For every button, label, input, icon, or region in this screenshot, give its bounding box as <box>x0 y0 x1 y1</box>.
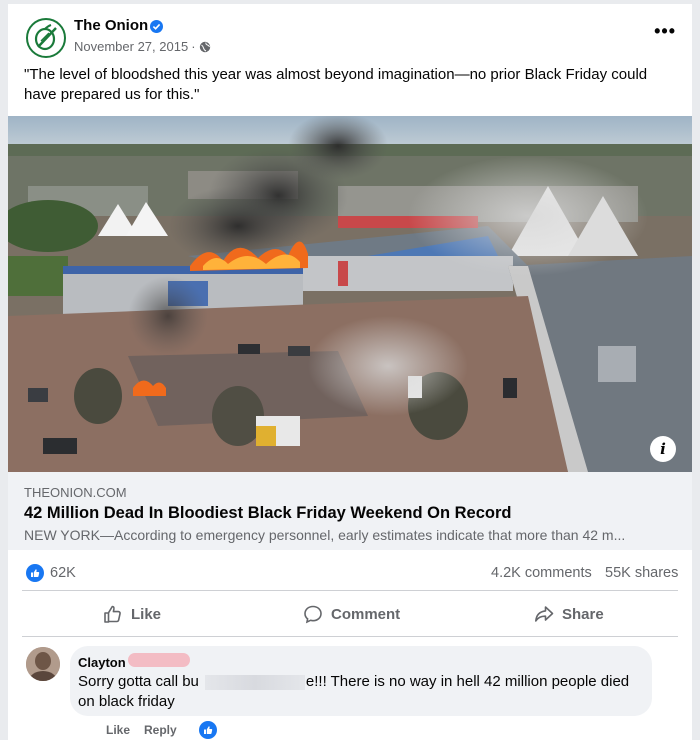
link-title[interactable]: 42 Million Dead In Bloodiest Black Frida… <box>24 504 511 523</box>
info-icon[interactable]: i <box>650 436 676 462</box>
link-preview[interactable]: THEONION.COM 42 Million Dead In Bloodies… <box>8 472 692 550</box>
comment-author[interactable]: Clayton <box>78 655 126 670</box>
divider <box>22 590 678 591</box>
comment-button-label: Comment <box>331 605 401 623</box>
meta-separator: · <box>191 39 196 54</box>
post-meta: November 27, 2015 · <box>74 39 211 54</box>
divider <box>22 636 678 637</box>
post-image[interactable]: i <box>8 116 692 472</box>
comment-text: Sorry gotta call bu e!!! There is no way … <box>78 672 638 712</box>
post-caption: "The level of bloodshed this year was al… <box>24 66 648 103</box>
verified-badge-icon <box>150 20 163 33</box>
comment-text-start: Sorry gotta call bu <box>78 673 199 690</box>
comment-reply-button[interactable]: Reply <box>144 723 177 737</box>
globe-icon <box>199 41 210 52</box>
share-button[interactable]: Share <box>534 594 604 634</box>
redacted-name <box>128 653 190 667</box>
thumbs-up-icon <box>104 605 121 623</box>
link-description: NEW YORK—According to emergency personne… <box>24 527 626 543</box>
share-button-label: Share <box>562 605 604 623</box>
redacted-text <box>205 675 305 690</box>
person-photo-icon <box>26 647 60 681</box>
comment-actions: Like Reply <box>106 721 217 739</box>
comment-icon <box>304 605 322 624</box>
share-count[interactable]: 55K shares <box>605 565 678 581</box>
burning-mall-photo <box>8 116 692 472</box>
link-domain: THEONION.COM <box>24 485 127 500</box>
page-name[interactable]: The Onion <box>74 17 148 34</box>
page-avatar[interactable] <box>26 18 66 58</box>
comment-like-button[interactable]: Like <box>106 723 130 737</box>
like-button-label: Like <box>131 605 162 623</box>
post-date[interactable]: November 27, 2015 <box>74 39 188 54</box>
comment-like-reaction-icon[interactable] <box>198 721 217 739</box>
post-card: The Onion November 27, 2015 · ••• "The l… <box>8 4 692 740</box>
comment-bubble: Clayton Sorry gotta call bu e!!! There is… <box>70 646 652 716</box>
like-button[interactable]: Like <box>103 594 161 634</box>
share-icon <box>535 606 554 622</box>
comment-button[interactable]: Comment <box>303 594 400 634</box>
like-count[interactable]: 62K <box>50 565 76 581</box>
like-reaction-icon[interactable] <box>26 564 44 582</box>
more-options-icon[interactable]: ••• <box>654 22 676 40</box>
onion-logo-icon <box>34 24 57 51</box>
comment-count[interactable]: 4.2K comments <box>491 565 592 581</box>
commenter-avatar[interactable] <box>26 647 60 681</box>
